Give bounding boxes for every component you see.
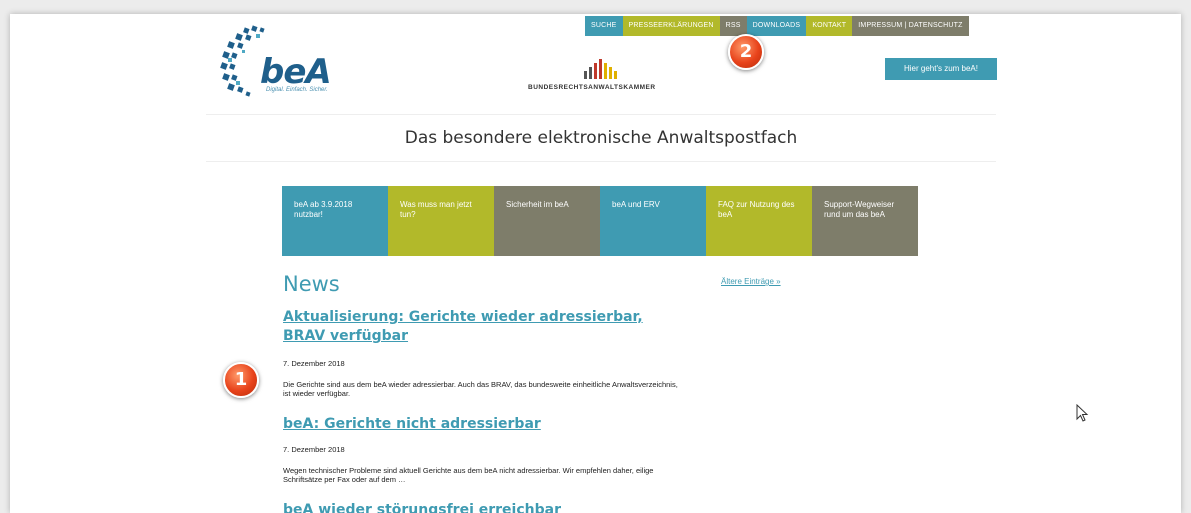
browser-page: SUCHE PRESSEERKLÄRUNGEN RSS DOWNLOADS KO…: [10, 14, 1181, 513]
article-date: 7. Dezember 2018: [283, 445, 345, 454]
news-heading: News: [283, 272, 340, 296]
tile-sicherheit[interactable]: Sicherheit im beA: [494, 186, 600, 256]
mouse-cursor-icon: [1076, 404, 1089, 422]
article-title[interactable]: beA wieder störungsfrei erreichbar: [283, 501, 683, 513]
nav-kontakt[interactable]: KONTAKT: [806, 16, 853, 36]
divider: [206, 161, 996, 162]
nav-rss[interactable]: RSS: [719, 16, 747, 36]
article-excerpt: Wegen technischer Probleme sind aktuell …: [283, 466, 654, 484]
annotation-badge-2: 2: [728, 34, 764, 70]
brak-bars-icon: [584, 59, 617, 79]
tile-support[interactable]: Support-Wegweiser rund um das beA: [812, 186, 918, 256]
tile-bea-nutzbar[interactable]: beA ab 3.9.2018 nutzbar!: [282, 186, 388, 256]
annotation-badge-1: 1: [223, 362, 259, 398]
tile-bea-erv[interactable]: beA und ERV: [600, 186, 706, 256]
article-date: 7. Dezember 2018: [283, 359, 345, 368]
nav-impressum-datenschutz[interactable]: IMPRESSUM | DATENSCHUTZ: [852, 16, 969, 36]
nav-suche[interactable]: SUCHE: [585, 16, 623, 36]
tile-was-tun[interactable]: Was muss man jetzt tun?: [388, 186, 494, 256]
brak-name: BUNDESRECHTSANWALTSKAMMER: [528, 84, 656, 91]
page-title: Das besondere elektronische Anwaltspostf…: [404, 128, 798, 148]
logo-wordmark: beA: [260, 52, 332, 92]
tile-faq[interactable]: FAQ zur Nutzung des beA: [706, 186, 812, 256]
feature-tiles: beA ab 3.9.2018 nutzbar! Was muss man je…: [282, 186, 918, 256]
article-excerpt: Die Gerichte sind aus dem beA wieder adr…: [283, 380, 678, 398]
divider: [206, 114, 996, 115]
top-navigation: SUCHE PRESSEERKLÄRUNGEN RSS DOWNLOADS KO…: [585, 16, 969, 36]
older-entries-link[interactable]: Ältere Einträge »: [721, 277, 781, 286]
article-title[interactable]: beA: Gerichte nicht adressierbar: [283, 415, 683, 434]
nav-downloads[interactable]: DOWNLOADS: [746, 16, 807, 36]
nav-presseerklaerungen[interactable]: PRESSEERKLÄRUNGEN: [622, 16, 720, 36]
article-title[interactable]: Aktualisierung: Gerichte wieder adressie…: [283, 308, 683, 346]
go-to-bea-button[interactable]: Hier geht's zum beA!: [885, 58, 997, 80]
logo-tagline: Digital. Einfach. Sicher.: [266, 87, 328, 93]
